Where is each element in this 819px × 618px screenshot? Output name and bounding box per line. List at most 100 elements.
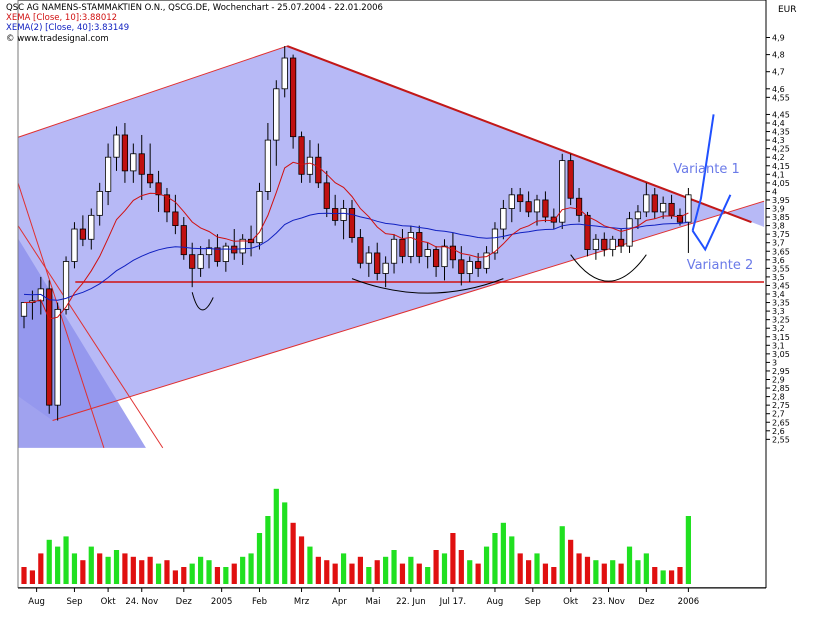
volume-bar (256, 533, 263, 584)
candle-body (390, 238, 398, 264)
candle-body (475, 261, 482, 269)
volume-bar (467, 560, 473, 584)
candle-body (323, 182, 330, 209)
x-tick-label: 2005 (211, 597, 233, 607)
volume-bar (113, 550, 120, 584)
volume-bar (374, 560, 380, 584)
chart-svg: Variante 1Variante 2 4,94,84,74,64,554,4… (17, 0, 790, 607)
x-tick-label: Aug (28, 597, 45, 607)
volume-bar (441, 553, 448, 584)
candle-body (332, 208, 339, 221)
candle-body (197, 254, 204, 269)
volume-bar (55, 546, 61, 584)
volume-bar (416, 563, 422, 584)
candle-body (407, 232, 414, 257)
volume-bar (568, 539, 574, 584)
chart: Variante 1 Variante 2 4,9 4,8 4,7 4,6 4,55 4,4… (0, 0, 819, 614)
candle-body (130, 153, 137, 172)
candle-body (416, 232, 423, 257)
volume-bar (307, 546, 313, 584)
volume-bar (685, 516, 691, 584)
channel-fill (18, 46, 765, 421)
volume-bar (408, 556, 414, 584)
candle-body (458, 259, 465, 274)
candle-body (71, 228, 78, 262)
volume-bar (526, 560, 532, 584)
volume-bar (139, 560, 145, 584)
volume-bar (265, 516, 271, 584)
candle-body (147, 173, 154, 184)
candle-body (685, 194, 692, 223)
volume-bar (551, 567, 557, 584)
volume-bar (677, 567, 683, 584)
volume-bar (626, 546, 633, 584)
volume-bar (643, 553, 649, 584)
volume-bar (584, 556, 591, 584)
candle-body (517, 194, 524, 203)
candle-body (315, 156, 322, 184)
volume-bar (273, 488, 279, 584)
volume-bar (46, 539, 52, 584)
candle-body (660, 202, 667, 213)
candle-body (533, 199, 541, 213)
volume-bar (290, 522, 296, 584)
x-tick-label: 2006 (678, 597, 700, 607)
x-tick-label: Sep (525, 597, 541, 607)
x-tick-label: 24. Nov (125, 597, 158, 607)
volume-bar (97, 553, 103, 584)
y-tick-label: 4,55 (772, 93, 790, 102)
candle-body (20, 302, 28, 317)
candle-body (508, 194, 515, 209)
copyright-icon: © (6, 34, 15, 44)
x-tick-label: Mrz (294, 597, 310, 607)
candle-body (441, 245, 448, 268)
volume-bar (164, 560, 170, 584)
candle-body (105, 156, 112, 192)
chart-title: QSC AG NAMENS-STAMMAKTIEN O.N., QSCG.DE,… (6, 3, 383, 13)
volume-bar (593, 560, 599, 584)
candle-body (424, 249, 431, 257)
y-tick-label: 2,55 (772, 435, 790, 444)
candle-body (348, 208, 356, 238)
candle-body (79, 228, 86, 240)
variante-2-label: Variante 2 (687, 258, 754, 273)
volume-bar (668, 570, 675, 584)
candle-body (290, 57, 297, 138)
volume-bar (198, 556, 204, 584)
candle-body (172, 211, 179, 226)
volume-bar (29, 570, 36, 584)
volume-bar (181, 567, 187, 584)
volume-bar (206, 560, 212, 584)
candle-body (618, 238, 625, 247)
candle-body (189, 254, 196, 269)
candle-body (542, 199, 549, 218)
volume-bar (349, 563, 355, 584)
volume-bar (618, 563, 624, 584)
variante-1-label: Variante 1 (673, 162, 740, 177)
volume-bar (88, 546, 94, 584)
candle-body (601, 238, 608, 250)
candle-body (567, 160, 574, 199)
legend-ema-slow: XEMA(2) [Close, 40]:3.83149 (6, 23, 130, 33)
volume-bar (324, 560, 330, 584)
volume-bar (147, 556, 153, 584)
volume-bar (433, 550, 439, 584)
candle-body (634, 211, 642, 220)
candle-body (643, 194, 650, 213)
candle-body (273, 88, 280, 141)
x-tick-label: 22. Jun (396, 597, 426, 607)
candle-body (96, 190, 103, 216)
candle-body (584, 214, 591, 250)
x-tick-label: Mai (366, 597, 381, 607)
legend-ema-fast: XEMA [Close, 10]:3.88012 (6, 13, 118, 23)
volume-bar (391, 550, 397, 584)
volume-bar (105, 556, 111, 584)
volume-bar (366, 567, 372, 584)
volume-bar (542, 563, 549, 584)
volume-bar (500, 522, 506, 584)
volume-bar (492, 533, 498, 584)
candle-body (54, 308, 61, 406)
candle-body (222, 245, 229, 262)
candle-body (399, 238, 406, 257)
candle-body (46, 288, 53, 406)
